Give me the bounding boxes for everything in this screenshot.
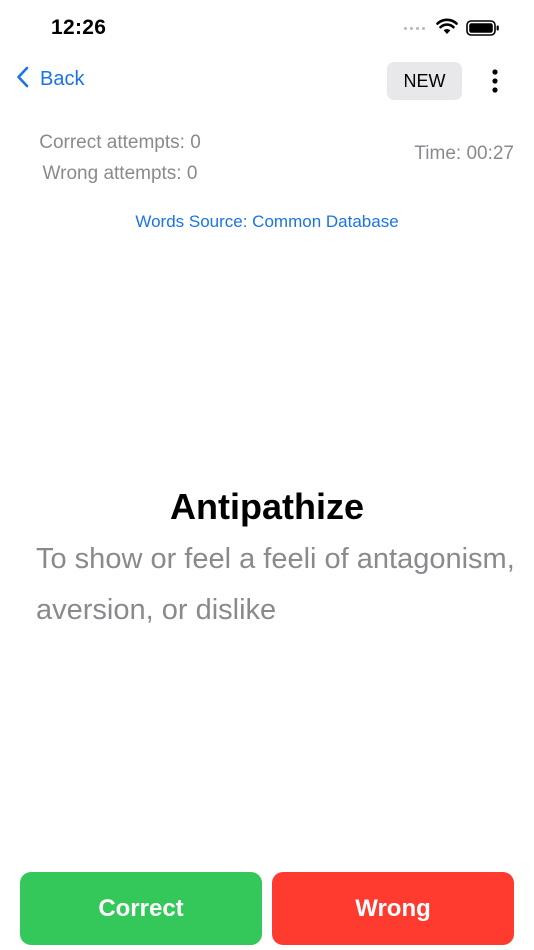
signal-icon — [404, 27, 425, 30]
word-definition: To show or feel a feeli of antagonism, a… — [36, 543, 515, 626]
wrong-attempts-label: Wrong attempts: 0 — [42, 163, 198, 184]
battery-icon — [466, 20, 500, 41]
wrong-button[interactable]: Wrong — [272, 872, 514, 945]
new-button[interactable]: NEW — [387, 62, 462, 100]
timer-label: Time: 00:27 — [414, 143, 514, 164]
correct-attempts-label: Correct attempts: 0 — [39, 132, 201, 153]
correct-button[interactable]: Correct — [20, 872, 262, 945]
back-label: Back — [40, 68, 85, 90]
back-button[interactable]: Back — [16, 66, 84, 93]
word-title: Antipathize — [170, 486, 364, 527]
status-bar: 12:26 — [0, 0, 534, 56]
chevron-left-icon — [16, 66, 29, 93]
wifi-icon — [436, 18, 458, 40]
more-vertical-icon[interactable] — [484, 66, 506, 96]
status-time: 12:26 — [51, 16, 107, 39]
words-source-link[interactable]: Words Source: Common Database — [0, 212, 534, 232]
attempts-stats: Correct attempts: 0 Wrong attempts: 0 — [20, 127, 220, 189]
